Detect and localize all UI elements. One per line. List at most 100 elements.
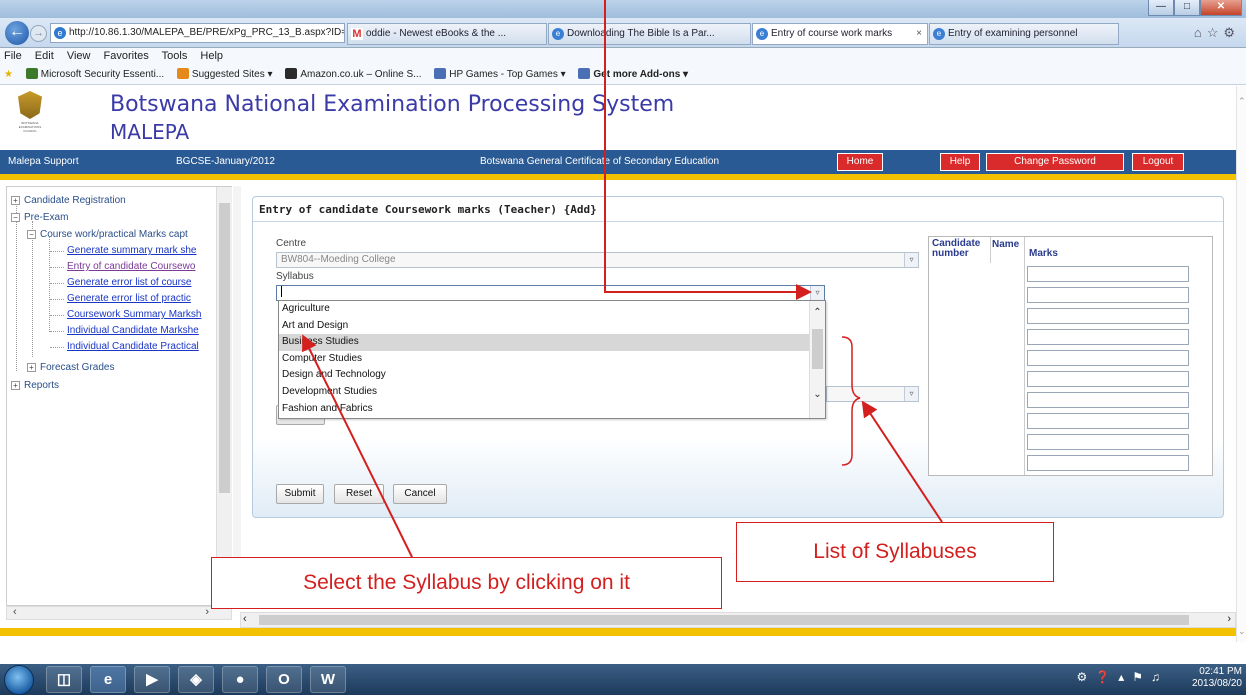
syllabus-option[interactable]: Art and Design [279, 318, 811, 335]
expand-icon[interactable]: + [11, 381, 20, 390]
tree-link-error-list-practical[interactable]: Generate error list of practic [67, 293, 191, 304]
help-button[interactable]: Help [940, 153, 980, 171]
tree-link-individual-practical[interactable]: Individual Candidate Practical [67, 341, 199, 352]
menu-edit[interactable]: Edit [35, 50, 54, 62]
scroll-thumb[interactable] [219, 203, 230, 493]
menu-file[interactable]: File [4, 50, 22, 62]
star-icon[interactable]: ☆ [1207, 25, 1224, 40]
chevron-down-icon[interactable]: ▿ [810, 286, 824, 300]
fav-addons[interactable]: Get more Add-ons ▾ [578, 65, 688, 85]
tree-item-forecast-grades[interactable]: + Forecast Grades [27, 362, 114, 373]
menu-view[interactable]: View [67, 50, 91, 62]
scroll-left-icon[interactable]: ‹ [13, 606, 17, 618]
scroll-thumb[interactable] [812, 329, 823, 369]
logout-button[interactable]: Logout [1132, 153, 1184, 171]
mark-input[interactable] [1027, 308, 1189, 324]
collapse-icon[interactable]: − [27, 230, 36, 239]
tab-bible[interactable]: e Downloading The Bible Is a Par... [548, 23, 751, 45]
home-icon[interactable]: ⌂ [1194, 25, 1207, 40]
tree-link-coursework-summary[interactable]: Coursework Summary Marksh [67, 309, 201, 320]
tree-item-candidate-registration[interactable]: + Candidate Registration [11, 195, 126, 206]
tree-item-course-work[interactable]: − Course work/practical Marks capt [27, 229, 188, 240]
fav-amazon[interactable]: Amazon.co.uk – Online S... [285, 65, 421, 85]
app-icon[interactable]: ◈ [178, 666, 214, 693]
submit-button[interactable]: Submit [276, 484, 324, 504]
syllabus-dropdown-list[interactable]: Agriculture Art and Design Business Stud… [278, 300, 826, 419]
internet-explorer-icon[interactable]: e [90, 666, 126, 693]
maximize-button[interactable]: □ [1174, 0, 1200, 16]
expand-icon[interactable]: + [27, 363, 36, 372]
syllabus-option-selected[interactable]: Business Studies [279, 334, 811, 351]
chevron-down-icon[interactable]: ▿ [904, 253, 918, 267]
centre-select[interactable]: BW804--Moeding College ▿ [276, 252, 919, 268]
syllabus-option[interactable]: Agriculture [279, 301, 811, 318]
tree-link-individual-marksheet[interactable]: Individual Candidate Markshe [67, 325, 199, 336]
chevron-down-icon[interactable]: ▿ [904, 387, 918, 401]
mark-input[interactable] [1027, 287, 1189, 303]
scroll-right-icon[interactable]: › [1227, 613, 1231, 625]
menu-help[interactable]: Help [200, 50, 223, 62]
tab-examining-personnel[interactable]: e Entry of examining personnel [929, 23, 1119, 45]
chevron-down-icon[interactable]: ⌄ [810, 389, 825, 400]
pane-splitter[interactable] [233, 186, 241, 606]
scroll-thumb[interactable] [259, 615, 1189, 625]
scroll-up-icon[interactable]: ⌃ [1238, 96, 1246, 107]
mark-input[interactable] [1027, 455, 1189, 471]
tab-close-icon[interactable]: × [916, 24, 922, 44]
syllabus-select[interactable]: ▿ [276, 285, 825, 301]
mark-input[interactable] [1027, 371, 1189, 387]
close-window-button[interactable]: ✕ [1200, 0, 1242, 16]
tree-link-generate-summary[interactable]: Generate summary mark she [67, 245, 197, 256]
tree-item-reports[interactable]: + Reports [11, 380, 59, 391]
tab-coursework-marks[interactable]: e Entry of course work marks × [752, 23, 928, 45]
start-button[interactable] [4, 665, 34, 695]
syllabus-option[interactable]: Development Studies [279, 384, 811, 401]
tree-item-pre-exam[interactable]: − Pre-Exam [11, 212, 68, 223]
mark-input[interactable] [1027, 434, 1189, 450]
mark-input[interactable] [1027, 413, 1189, 429]
media-player-icon[interactable]: ▶ [134, 666, 170, 693]
hidden-select[interactable]: ▿ [826, 386, 919, 402]
syllabus-option[interactable]: Design and Technology [279, 367, 811, 384]
address-bar[interactable]: e http://10.86.1.30/MALEPA_BE/PRE/xPg_PR… [50, 23, 345, 43]
page-scrollbar[interactable]: ⌃ ⌄ [1236, 86, 1246, 642]
back-button[interactable]: ← [5, 21, 29, 45]
tree-scrollbar[interactable] [216, 187, 232, 605]
dropdown-scrollbar[interactable]: ⌃ ⌄ [809, 301, 825, 418]
mark-input[interactable] [1027, 329, 1189, 345]
fav-suggested-sites[interactable]: Suggested Sites ▾ [176, 65, 273, 85]
tab-gmail[interactable]: M oddie - Newest eBooks & the ... [347, 23, 547, 45]
collapse-icon[interactable]: − [11, 213, 20, 222]
mark-input[interactable] [1027, 392, 1189, 408]
syllabus-option[interactable]: Computer Studies [279, 351, 811, 368]
scroll-down-icon[interactable]: ⌄ [1238, 626, 1246, 637]
outlook-icon[interactable]: O [266, 666, 302, 693]
cancel-button[interactable]: Cancel [393, 484, 447, 504]
word-icon[interactable]: W [310, 666, 346, 693]
tree-link-entry-coursework[interactable]: Entry of candidate Coursewo [67, 261, 195, 272]
syllabus-option[interactable]: Fashion and Fabrics [279, 401, 811, 418]
menu-tools[interactable]: Tools [162, 50, 188, 62]
reset-button[interactable]: Reset [334, 484, 384, 504]
main-horizontal-scrollbar[interactable]: ‹ › [240, 612, 1236, 628]
clock[interactable]: 02:41 PM 2013/08/20 [1192, 666, 1242, 690]
tree-link-error-list-course[interactable]: Generate error list of course [67, 277, 192, 288]
home-button[interactable]: Home [837, 153, 883, 171]
favorites-star-icon[interactable]: ★ [4, 65, 13, 85]
media-app-icon[interactable]: ● [222, 666, 258, 693]
forward-button[interactable]: → [30, 25, 47, 42]
chevron-up-icon[interactable]: ⌃ [810, 307, 825, 318]
minimize-button[interactable]: — [1148, 0, 1174, 16]
gear-icon[interactable]: ⚙ [1223, 25, 1240, 40]
scroll-right-icon[interactable]: › [205, 606, 209, 618]
fav-security-essentials[interactable]: Microsoft Security Essenti... [25, 65, 164, 85]
change-password-button[interactable]: Change Password [986, 153, 1124, 171]
fav-hp-games[interactable]: HP Games - Top Games ▾ [434, 65, 566, 85]
menu-favorites[interactable]: Favorites [104, 50, 149, 62]
tree-horizontal-scrollbar[interactable]: ‹ › [6, 606, 232, 620]
browser-toolbar-icons[interactable]: ⌂☆⚙ [1194, 25, 1240, 41]
explorer-icon[interactable]: ◫ [46, 666, 82, 693]
mark-input[interactable] [1027, 350, 1189, 366]
scroll-left-icon[interactable]: ‹ [243, 613, 247, 625]
support-label[interactable]: Malepa Support [8, 150, 79, 174]
